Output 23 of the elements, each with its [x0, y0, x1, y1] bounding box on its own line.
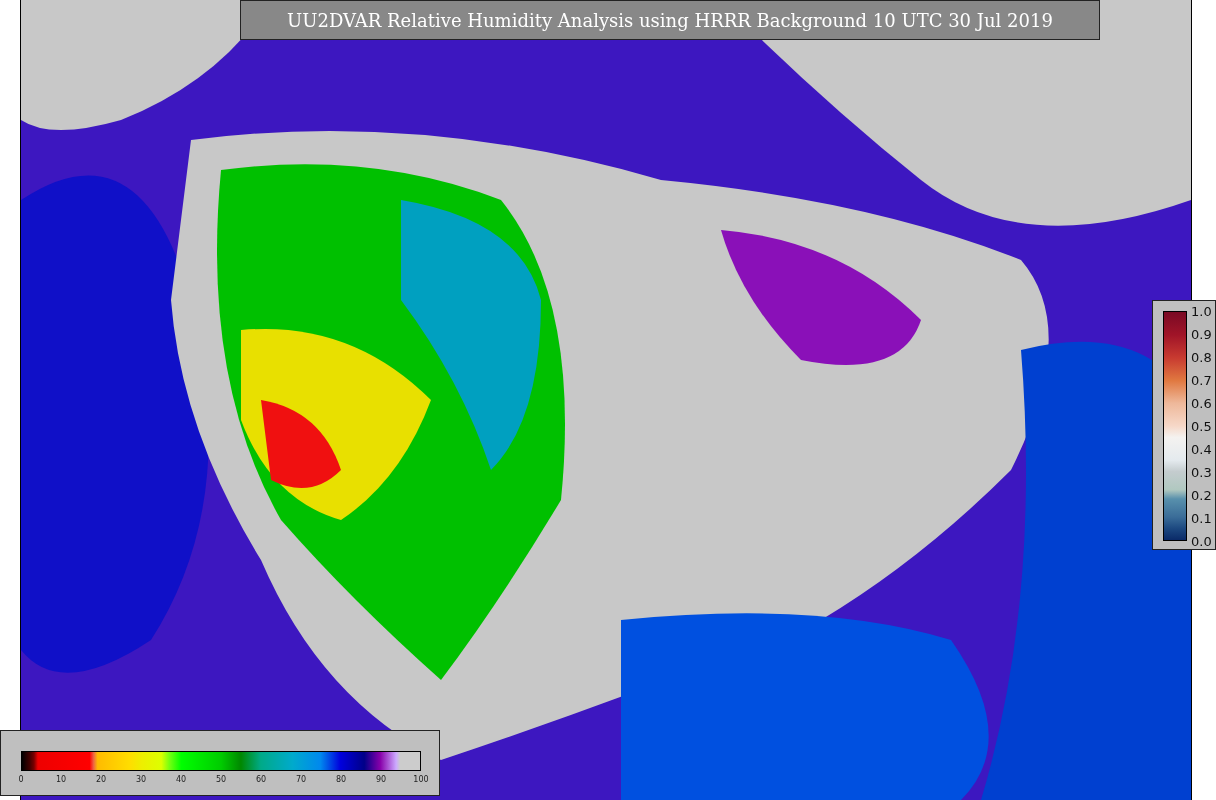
- tick-label: 0.0: [1191, 533, 1212, 549]
- tick-label: 0.5: [1191, 418, 1212, 434]
- tick-label: 70: [295, 775, 307, 784]
- tick-label: 0.7: [1191, 372, 1212, 388]
- tick-label: 1.0: [1191, 303, 1212, 319]
- tick-label: 40: [175, 775, 187, 784]
- tick-label: 0: [18, 775, 24, 784]
- tick-label: 0.2: [1191, 487, 1212, 503]
- tick-label: 0.8: [1191, 349, 1212, 365]
- tick-label: 0.4: [1191, 441, 1212, 457]
- tick-label: 0.3: [1191, 464, 1212, 480]
- tick-label: 0.1: [1191, 510, 1212, 526]
- tick-label: 50: [215, 775, 227, 784]
- tick-label: 10: [55, 775, 67, 784]
- tick-label: 60: [255, 775, 267, 784]
- tick-label: 30: [135, 775, 147, 784]
- tick-label: 0.9: [1191, 326, 1212, 342]
- tick-label: 20: [95, 775, 107, 784]
- tick-label: 80: [335, 775, 347, 784]
- tick-label: 100: [413, 775, 429, 784]
- tick-label: 0.6: [1191, 395, 1212, 411]
- map-title: UU2DVAR Relative Humidity Analysis using HRRR Background 10 UTC 30 Jul 2019: [240, 0, 1100, 40]
- tick-label: 90: [375, 775, 387, 784]
